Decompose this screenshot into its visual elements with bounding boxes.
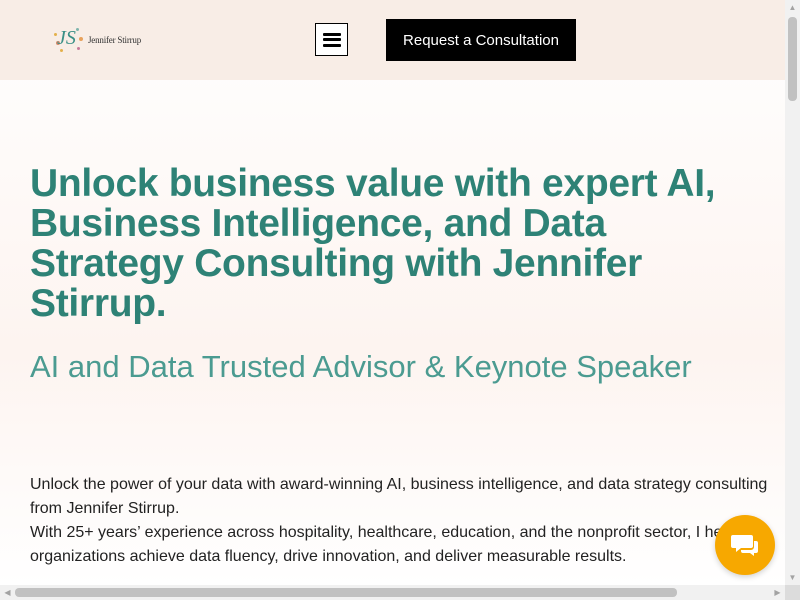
hero-paragraph-1: Unlock the power of your data with award… xyxy=(30,476,768,517)
scrollbar-corner xyxy=(785,585,800,600)
site-logo[interactable]: JS Jennifer Stirrup xyxy=(54,25,141,55)
hamburger-icon xyxy=(322,32,341,47)
scroll-down-arrow-icon[interactable]: ▼ xyxy=(785,570,800,585)
menu-button[interactable] xyxy=(315,23,348,56)
request-consultation-button[interactable]: Request a Consultation xyxy=(386,19,576,61)
chat-widget-button[interactable] xyxy=(715,515,775,575)
scroll-up-arrow-icon[interactable]: ▲ xyxy=(785,0,800,15)
horizontal-scrollbar[interactable]: ◀ ▶ xyxy=(0,585,785,600)
hero-body: Unlock the power of your data with award… xyxy=(30,473,770,569)
chat-icon xyxy=(731,535,758,556)
logo-initials: JS xyxy=(57,27,76,49)
vertical-scrollbar[interactable]: ▲ ▼ xyxy=(785,0,800,585)
scroll-left-arrow-icon[interactable]: ◀ xyxy=(0,585,15,600)
vertical-scroll-thumb[interactable] xyxy=(788,17,797,101)
logo-name: Jennifer Stirrup xyxy=(88,35,142,45)
logo-mark-icon: JS xyxy=(54,25,84,55)
site-header: JS Jennifer Stirrup Request a Consultati… xyxy=(0,0,785,80)
page-viewport: JS Jennifer Stirrup Request a Consultati… xyxy=(0,0,785,585)
hero-paragraph-2: With 25+ years’ experience across hospit… xyxy=(30,524,735,565)
hero-subheadline: AI and Data Trusted Advisor & Keynote Sp… xyxy=(30,349,692,384)
scroll-right-arrow-icon[interactable]: ▶ xyxy=(770,585,785,600)
hero-headline: Unlock business value with expert AI, Bu… xyxy=(30,162,716,325)
horizontal-scroll-thumb[interactable] xyxy=(15,588,677,597)
